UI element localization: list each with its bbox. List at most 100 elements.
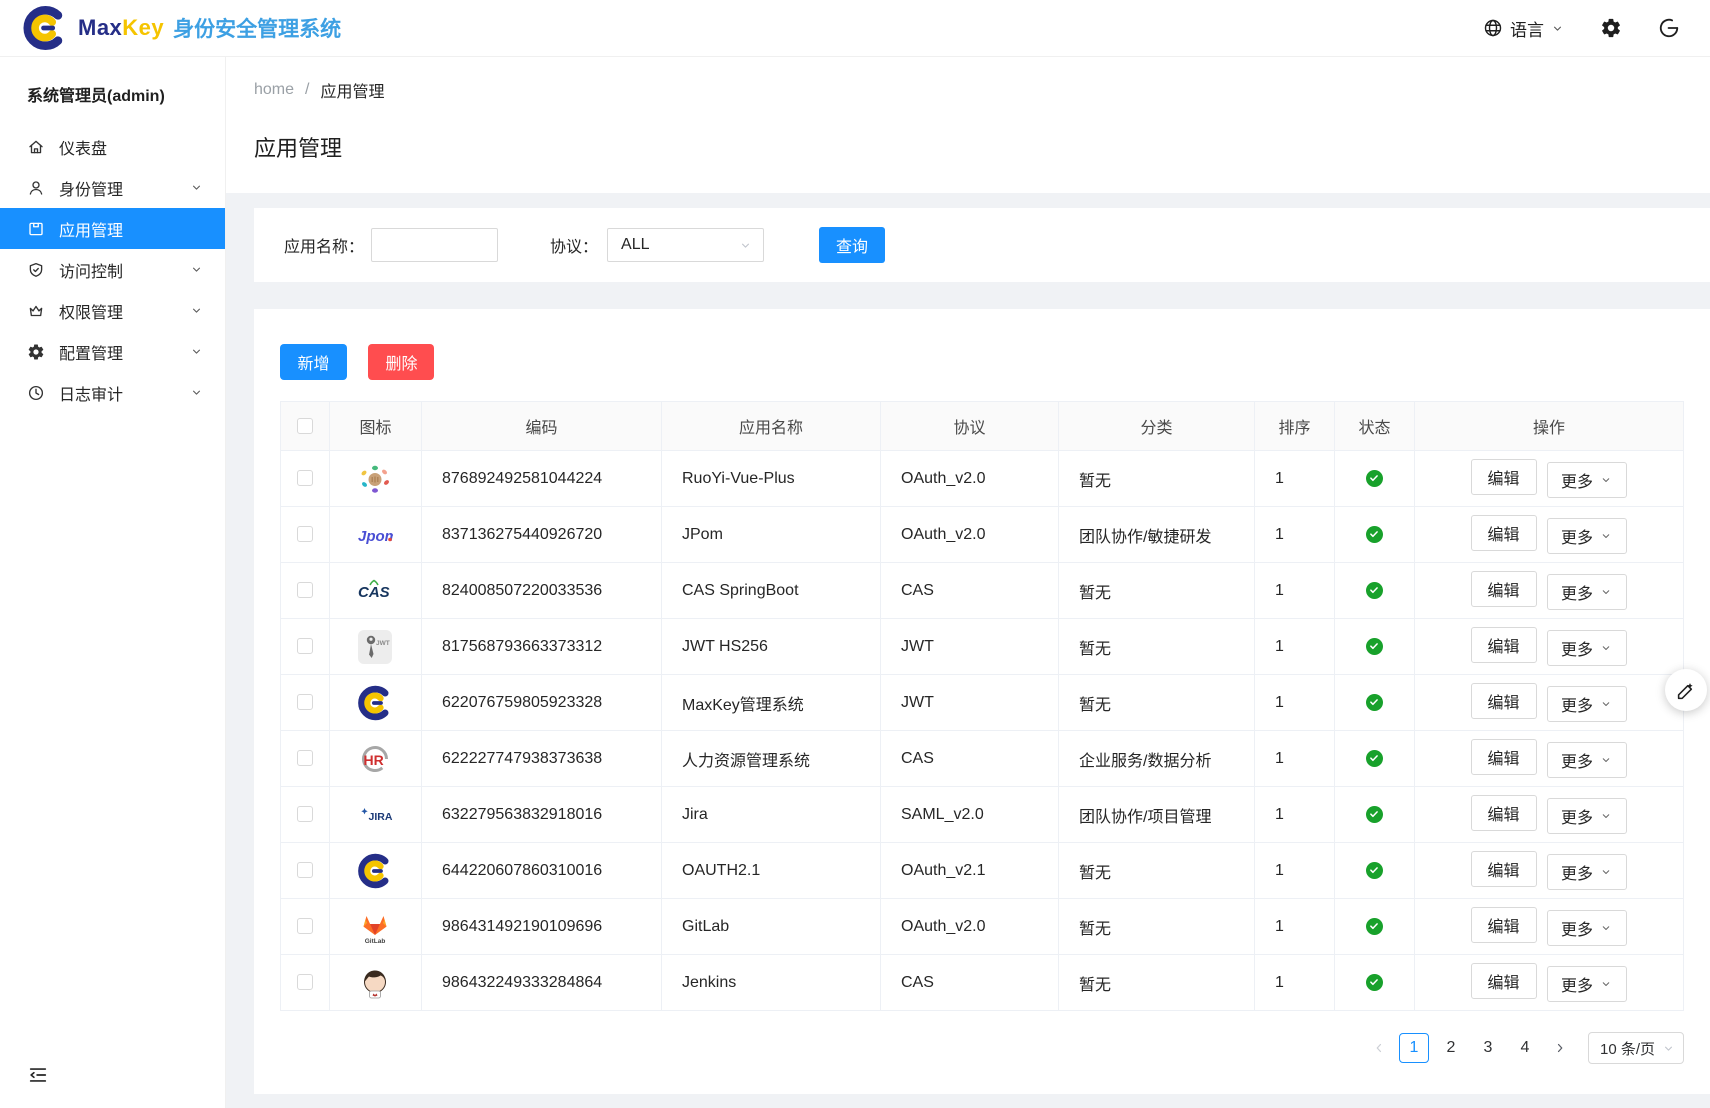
sidebar-item-6[interactable]: 配置管理	[0, 331, 225, 372]
user-icon	[27, 179, 45, 197]
more-button[interactable]: 更多	[1547, 518, 1627, 554]
row-checkbox[interactable]	[297, 806, 313, 822]
chevron-down-icon	[1600, 474, 1612, 486]
delete-button[interactable]: 删除	[368, 344, 434, 380]
app-name: Jenkins	[662, 955, 881, 1011]
row-checkbox[interactable]	[297, 470, 313, 486]
app-name: Jira	[662, 787, 881, 843]
protocol-select[interactable]: ALL	[607, 228, 764, 262]
page-size-select[interactable]: 10 条/页	[1588, 1032, 1684, 1064]
app-category: 团队协作/项目管理	[1059, 787, 1255, 843]
more-button[interactable]: 更多	[1547, 966, 1627, 1002]
sidebar-item-1[interactable]: 仪表盘	[0, 126, 225, 167]
app-name-filter-input[interactable]	[371, 228, 498, 262]
chevron-down-icon	[1600, 978, 1612, 990]
sidebar-item-5[interactable]: 权限管理	[0, 290, 225, 331]
more-label: 更多	[1561, 860, 1593, 884]
sidebar-item-label: 应用管理	[59, 217, 203, 241]
row-checkbox[interactable]	[297, 750, 313, 766]
edit-button[interactable]: 编辑	[1471, 795, 1537, 831]
page-number-1[interactable]: 1	[1399, 1033, 1429, 1063]
app-sort: 1	[1255, 787, 1335, 843]
sidebar-item-7[interactable]: 日志审计	[0, 372, 225, 413]
chevron-left-icon	[1372, 1041, 1386, 1055]
page-title: 应用管理	[254, 131, 1684, 163]
more-button[interactable]: 更多	[1547, 574, 1627, 610]
app-title: 身份安全管理系统	[173, 13, 341, 43]
row-checkbox[interactable]	[297, 526, 313, 542]
app-category: 暂无	[1059, 563, 1255, 619]
app-icon-cell: CAS	[330, 563, 422, 619]
settings-button[interactable]	[1600, 17, 1622, 39]
more-button[interactable]: 更多	[1547, 798, 1627, 834]
more-button[interactable]: 更多	[1547, 910, 1627, 946]
table-header: 图标编码应用名称协议分类排序状态操作	[281, 402, 1684, 451]
select-all-checkbox[interactable]	[297, 418, 313, 434]
svg-text:CAS: CAS	[358, 584, 390, 601]
app-sort: 1	[1255, 563, 1335, 619]
row-checkbox[interactable]	[297, 974, 313, 990]
sidebar-item-4[interactable]: 访问控制	[0, 249, 225, 290]
row-checkbox[interactable]	[297, 638, 313, 654]
row-checkbox[interactable]	[297, 918, 313, 934]
sidebar-item-3[interactable]: 应用管理	[0, 208, 225, 249]
chevron-down-icon	[190, 263, 203, 276]
pagination: 1234 10 条/页	[280, 1011, 1684, 1094]
app-name: GitLab	[662, 899, 881, 955]
page-number-4[interactable]: 4	[1510, 1033, 1540, 1063]
app-icon-cell: GitLab	[330, 899, 422, 955]
more-button[interactable]: 更多	[1547, 742, 1627, 778]
app-code: 622227747938373638	[422, 731, 662, 787]
row-checkbox[interactable]	[297, 862, 313, 878]
edit-button[interactable]: 编辑	[1471, 963, 1537, 999]
edit-button[interactable]: 编辑	[1471, 627, 1537, 663]
edit-button[interactable]: 编辑	[1471, 907, 1537, 943]
app-name: OAUTH2.1	[662, 843, 881, 899]
floating-tool-button[interactable]	[1665, 669, 1707, 711]
brand: MaxKey 身份安全管理系统	[22, 5, 341, 51]
row-select-cell	[281, 619, 330, 675]
app-icon-cell	[330, 843, 422, 899]
status-cell	[1335, 507, 1415, 563]
app-protocol: CAS	[881, 563, 1059, 619]
language-menu[interactable]: 语言	[1483, 16, 1564, 41]
logout-button[interactable]	[1658, 17, 1680, 39]
app-protocol: OAuth_v2.0	[881, 507, 1059, 563]
more-button[interactable]: 更多	[1547, 854, 1627, 890]
row-checkbox[interactable]	[297, 582, 313, 598]
previous-page-button[interactable]	[1366, 1035, 1392, 1061]
chevron-down-icon	[1551, 22, 1564, 35]
next-page-button[interactable]	[1547, 1035, 1573, 1061]
more-button[interactable]: 更多	[1547, 630, 1627, 666]
status-enabled-icon	[1366, 862, 1383, 879]
more-button[interactable]: 更多	[1547, 462, 1627, 498]
edit-button[interactable]: 编辑	[1471, 571, 1537, 607]
page-number-3[interactable]: 3	[1473, 1033, 1503, 1063]
menu-fold-icon	[27, 1064, 49, 1086]
edit-button[interactable]: 编辑	[1471, 683, 1537, 719]
gear-icon	[1600, 17, 1622, 39]
row-checkbox[interactable]	[297, 694, 313, 710]
chevron-down-icon	[1600, 586, 1612, 598]
sidebar-item-2[interactable]: 身份管理	[0, 167, 225, 208]
edit-button[interactable]: 编辑	[1471, 739, 1537, 775]
add-button[interactable]: 新增	[280, 344, 347, 380]
status-enabled-icon	[1366, 638, 1383, 655]
edit-button[interactable]: 编辑	[1471, 851, 1537, 887]
edit-button[interactable]: 编辑	[1471, 459, 1537, 495]
globe-icon	[1483, 18, 1503, 38]
more-label: 更多	[1561, 972, 1593, 996]
breadcrumb: home / 应用管理	[254, 78, 1684, 102]
more-button[interactable]: 更多	[1547, 686, 1627, 722]
edit-button[interactable]: 编辑	[1471, 515, 1537, 551]
page-size-value: 10 条/页	[1600, 1038, 1655, 1059]
row-select-cell	[281, 675, 330, 731]
status-enabled-icon	[1366, 526, 1383, 543]
page-number-2[interactable]: 2	[1436, 1033, 1466, 1063]
search-button[interactable]: 查询	[819, 227, 885, 263]
layout: 系统管理员(admin) 仪表盘身份管理应用管理访问控制权限管理配置管理日志审计…	[0, 57, 1710, 1108]
cas-logo-icon: CAS	[356, 572, 394, 610]
collapse-sidebar-button[interactable]	[27, 1064, 49, 1086]
breadcrumb-home[interactable]: home	[254, 81, 294, 99]
table-row: Jpom837136275440926720JPomOAuth_v2.0团队协作…	[281, 507, 1684, 563]
